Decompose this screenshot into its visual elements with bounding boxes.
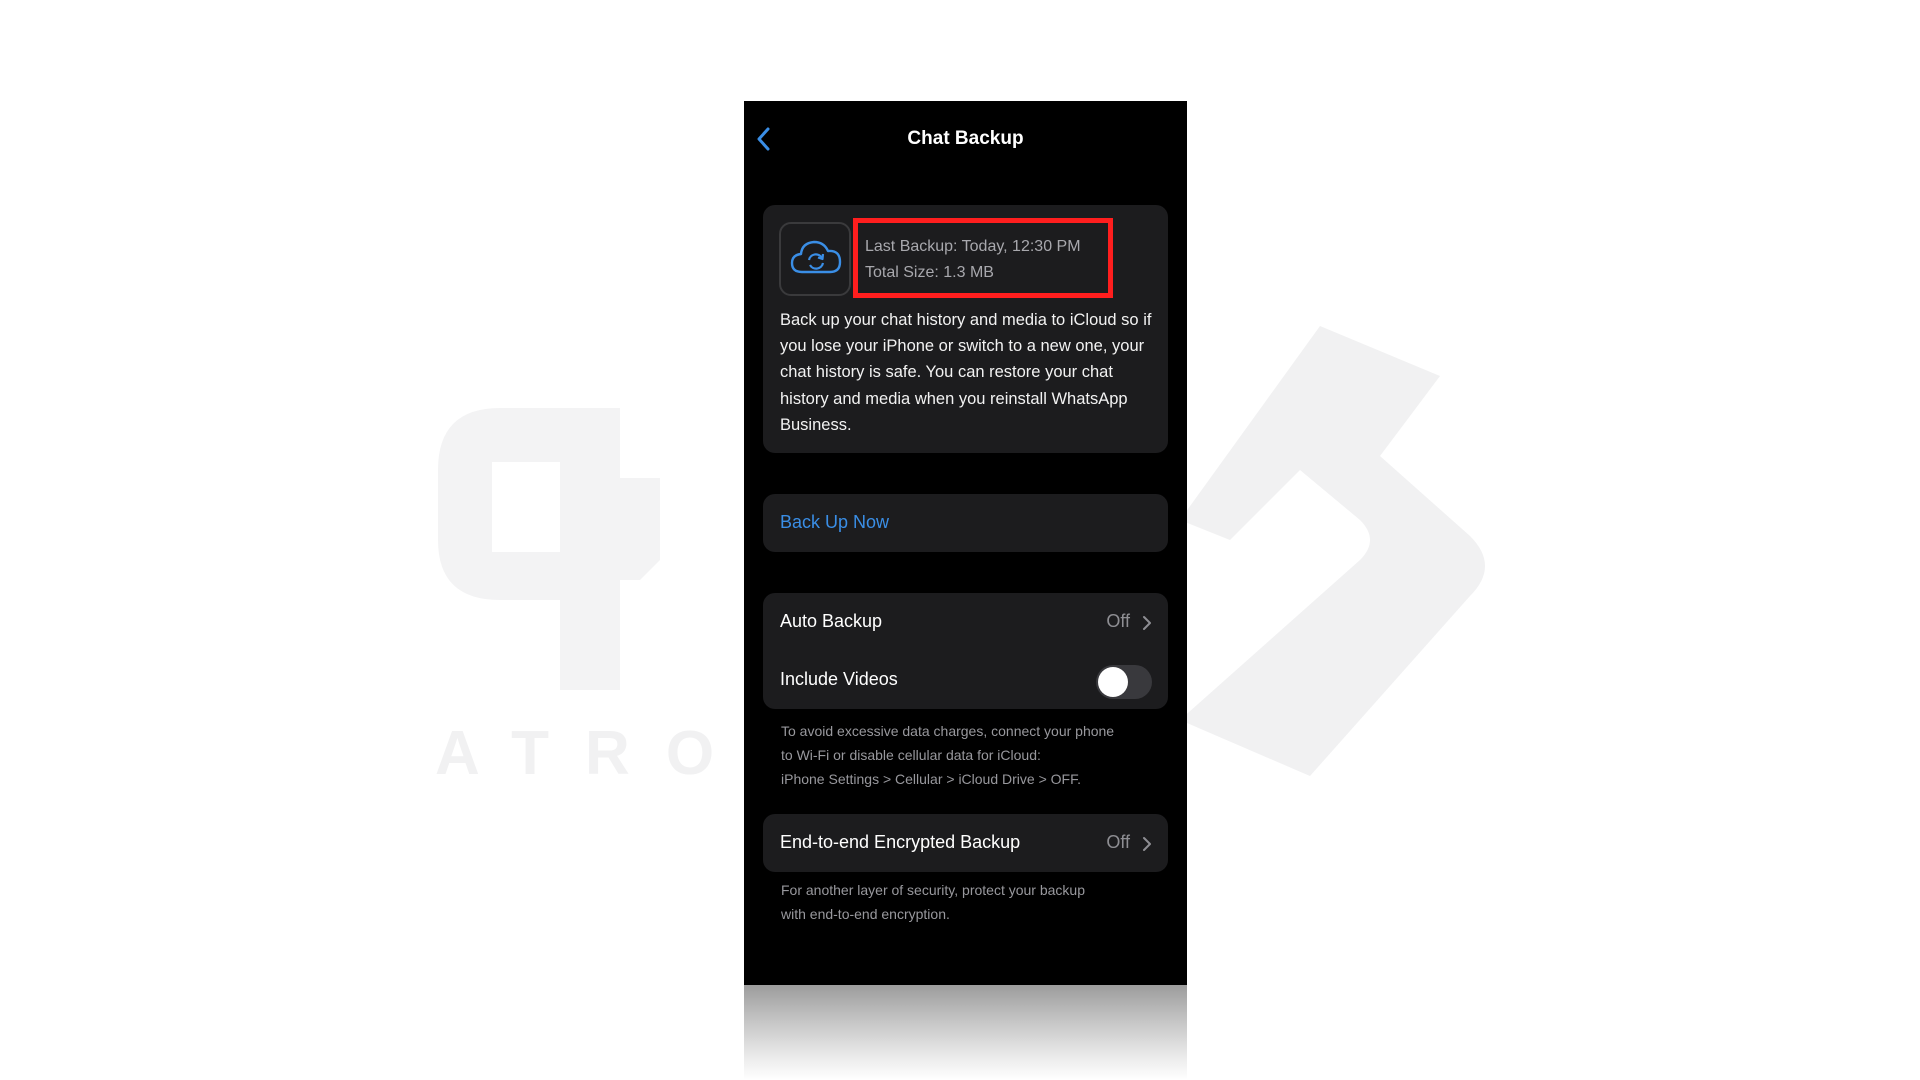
include-videos-row: Include Videos	[763, 651, 1168, 709]
auto-backup-value: Off	[1106, 611, 1130, 631]
e2e-note-line: with end-to-end encryption.	[781, 906, 950, 922]
e2e-backup-label: End-to-end Encrypted Backup	[780, 832, 1021, 852]
e2e-backup-value: Off	[1106, 832, 1130, 852]
data-charges-note-line: iPhone Settings > Cellular > iCloud Driv…	[781, 771, 1081, 787]
data-charges-note-line: to Wi-Fi or disable cellular data for iC…	[781, 747, 1041, 763]
include-videos-toggle[interactable]	[1096, 665, 1152, 699]
cloud-icon-tile	[779, 222, 851, 296]
backup-description: Back up your chat history and media to i…	[780, 311, 1152, 434]
include-videos-label: Include Videos	[780, 669, 898, 689]
auto-backup-row[interactable]: Auto Backup Off	[763, 593, 1168, 651]
back-up-now-button[interactable]: Back Up Now	[763, 494, 1168, 552]
screenshot-stage: ATRO A Chat Backup Last Backup: Today, 1…	[0, 0, 1920, 1080]
backup-info-card: Last Backup: Today, 12:30 PM Total Size:…	[763, 205, 1168, 453]
highlight-annotation	[853, 218, 1113, 298]
toggle-knob	[1098, 667, 1128, 697]
screen-bottom-fade	[744, 985, 1187, 1080]
cloud-sync-icon	[790, 240, 842, 274]
phone-screen: Chat Backup Last Backup: Today, 12:30 PM…	[744, 101, 1187, 985]
auto-backup-label: Auto Backup	[780, 611, 883, 631]
data-charges-note: To avoid excessive data charges, connect…	[781, 719, 1161, 791]
page-title: Chat Backup	[907, 128, 1024, 149]
e2e-encrypted-backup-row[interactable]: End-to-end Encrypted Backup Off	[763, 814, 1168, 872]
chevron-right-icon	[1143, 616, 1151, 630]
e2e-note: For another layer of security, protect y…	[781, 878, 1161, 926]
data-charges-note-line: To avoid excessive data charges, connect…	[781, 723, 1115, 739]
backup-settings-card: Auto Backup Off Include Videos	[763, 593, 1168, 709]
back-up-now-label: Back Up Now	[780, 512, 890, 532]
chevron-right-icon	[1143, 837, 1151, 851]
navigation-bar: Chat Backup	[744, 101, 1187, 181]
e2e-note-line: For another layer of security, protect y…	[781, 882, 1085, 898]
